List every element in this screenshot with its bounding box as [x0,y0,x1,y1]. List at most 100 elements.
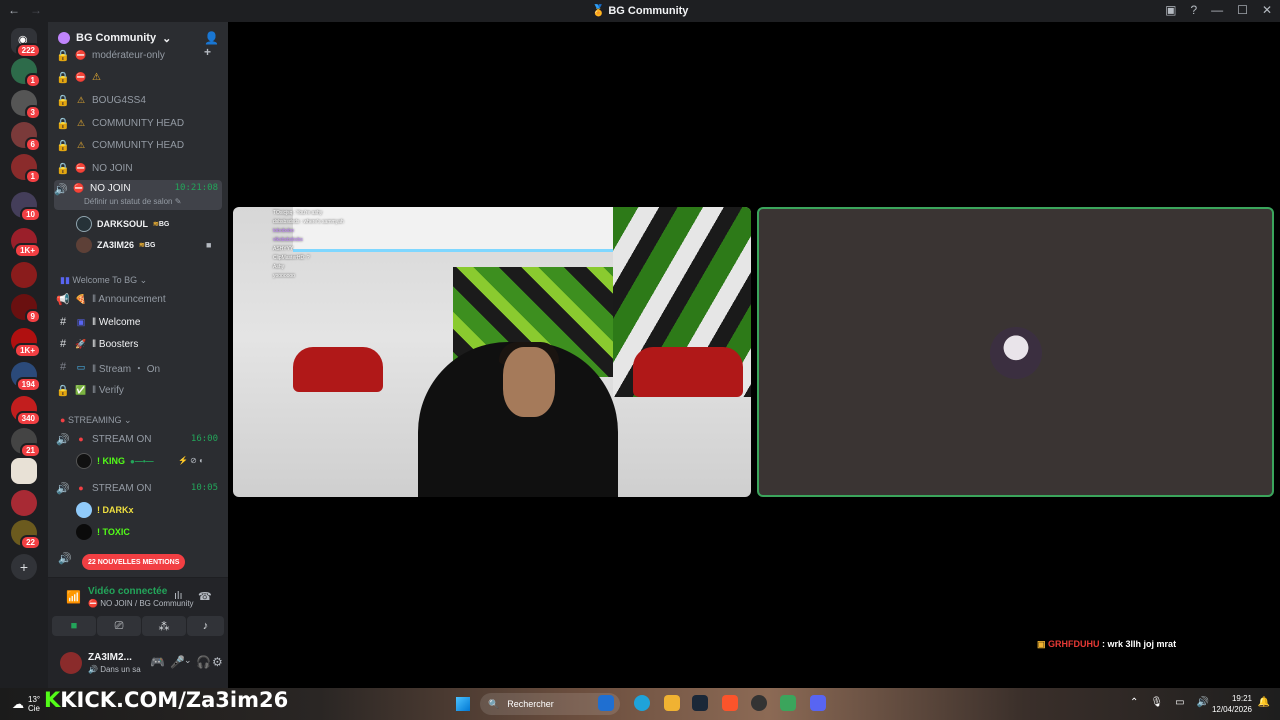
voice-channel[interactable]: 🔊 ● STREAM ON 10:05 [56,478,222,498]
guild-icon[interactable]: 1K+ [11,328,41,358]
check-icon: ✅ [75,384,87,395]
channel-label: STREAM ON [92,482,152,494]
channel-label: modérateur-only [92,49,165,61]
direct-messages-button[interactable]: ◉ 222 [11,28,41,58]
channel-item[interactable]: 🔒 ✅ ‖ Verify [56,380,222,400]
discord-taskbar-icon[interactable] [810,695,826,711]
rocket-icon: 🚀 [75,338,87,349]
headphones-icon[interactable]: 🎧 [196,655,211,669]
avatar [76,524,92,540]
file-explorer-icon[interactable] [664,695,680,711]
camera-button[interactable]: ■ [52,616,96,636]
guild-icon[interactable]: 340 [11,396,41,426]
new-mentions-button[interactable]: 22 NOUVELLES MENTIONS [82,554,186,570]
notification-icon[interactable]: 🔔 [1258,697,1270,708]
screen-share-button[interactable]: ⎚ [97,616,141,636]
guild-icon[interactable]: 10 [11,192,41,222]
channel-item[interactable]: 🔒 ⛔ NO JOIN [56,158,222,178]
voice-user[interactable]: ! TOXIC [76,522,130,542]
signal-icon: 📶 [66,590,81,604]
guild-icon[interactable]: 6 [11,122,41,152]
category-streaming[interactable]: ● STREAMING ⌄ [60,415,132,426]
stream-chat-overlay: TOxicjsq : You're ashy dsbsbsdsds : wher… [273,209,344,281]
photos-app-icon[interactable] [598,695,614,711]
guild-icon[interactable]: 1 [11,58,41,88]
voice-user[interactable]: ! DARKx [76,500,134,520]
soundboard-icon[interactable]: ılı [174,590,183,602]
weather-text: Cie [28,704,41,713]
weather-widget[interactable]: ☁ 13° Cie [12,695,40,713]
remote-user-tile[interactable] [757,207,1274,497]
red-circle-icon: ● [78,434,84,444]
voice-user[interactable]: ZA3IM26 ≋BG [76,235,155,255]
system-tray: ⌃ 🎙 ▭ 🔊 [1130,697,1209,708]
voice-channel[interactable]: 🔊 ● STREAM ON 16:00 [56,429,222,449]
edge-icon[interactable] [634,695,650,711]
channel-item[interactable]: # 🚀 ‖ Boosters [56,334,222,354]
guild-icon[interactable]: 1 [11,154,41,184]
chevron-down-icon[interactable]: ⌄ [184,655,192,666]
soundboard-button[interactable]: ♪ [187,616,224,636]
guild-badge: 10 [20,207,41,222]
guild-icon[interactable] [11,490,37,516]
guild-icon[interactable]: 1K+ [11,228,41,258]
channel-item[interactable]: # ▭ ‖ Stream ・ On [56,357,222,377]
minimize-button[interactable]: — [1211,3,1223,17]
help-icon[interactable]: ? [1190,3,1197,17]
channel-item[interactable]: 🔒 ⚠ COMMUNITY HEAD [56,135,222,155]
voice-status-title[interactable]: Vidéo connectée [88,586,167,597]
avatar[interactable] [60,652,82,674]
settings-icon[interactable]: ⚙ [212,655,223,669]
search-placeholder: Rechercher [507,699,554,709]
channel-item[interactable]: 🔒 ⛔ ⚠ [56,67,222,87]
guild-icon[interactable] [11,262,37,288]
cloud-icon: ☁ [12,697,24,711]
microphone-icon[interactable]: 🎙 [1150,697,1163,708]
channel-label: ‖ Stream ・ On [92,363,161,375]
steam-icon[interactable] [692,695,708,711]
speaker-icon: 🔊 [56,433,70,446]
no-entry-icon: ⛔ [75,162,87,173]
channel-label: ‖ Announcement [92,293,166,305]
maximize-button[interactable]: ☐ [1237,3,1248,17]
close-button[interactable]: ✕ [1262,3,1272,17]
add-server-button[interactable]: + [11,554,37,580]
hashtag-icon: # [59,361,67,373]
temperature: 13° [28,695,41,704]
network-icon[interactable]: ▭ [1175,697,1184,708]
guild-badge: 6 [24,137,41,152]
game-controller-icon[interactable]: 🎮 [150,655,165,669]
app-icon[interactable] [751,695,767,711]
category-welcome[interactable]: ▮▮ Welcome To BG ⌄ [60,275,147,286]
microphone-icon[interactable]: 🎤 [170,655,185,669]
windows-start-icon[interactable] [456,697,470,711]
channel-status-button[interactable]: Définir un statut de salon ✎ [84,197,181,206]
disconnect-icon[interactable]: ☎ [198,590,212,603]
voice-channel-active[interactable]: 🔊 ⛔ NO JOIN 10:21:08 Définir un statut d… [54,180,222,210]
guild-icon[interactable]: 194 [11,362,41,392]
channel-item[interactable]: # ▣ ‖ Welcome [56,312,222,332]
add-member-icon[interactable]: 👤+ [204,31,219,59]
taskbar-clock[interactable]: 19:21 12/04/2026 [1212,693,1252,715]
stream-tile[interactable]: TOxicjsq : You're ashy dsbsbsdsds : wher… [233,207,751,497]
channel-item[interactable]: 🔒 ⚠ COMMUNITY HEAD [56,113,222,133]
guild-badge: 340 [15,411,41,426]
guild-icon[interactable]: 3 [11,90,41,120]
guild-icon[interactable]: 21 [11,428,41,458]
inbox-icon[interactable]: ▣ [1165,3,1176,17]
voice-user[interactable]: ! KING ●—•— [76,451,154,471]
brave-icon[interactable] [722,695,738,711]
chevron-up-icon[interactable]: ⌃ [1130,697,1138,708]
channel-item[interactable]: 🔒 ⚠ BOUG4SS4 [56,90,222,110]
volume-icon[interactable]: 🔊 [1197,697,1209,708]
guild-icon[interactable]: 22 [11,520,41,550]
guild-icon[interactable]: 9 [11,294,41,324]
activities-button[interactable]: ⁂ [142,616,186,636]
channel-item[interactable]: 📢 🍕 ‖ Announcement [56,289,222,309]
channel-item[interactable]: 🔒 ⛔ modérateur-only [56,48,222,62]
guild-badge: 21 [20,443,41,458]
user-badges: ●—•— [130,456,154,466]
xbox-icon[interactable] [780,695,796,711]
voice-user[interactable]: DARKSOUL ≋BG [76,214,169,234]
guild-icon[interactable] [11,458,37,484]
